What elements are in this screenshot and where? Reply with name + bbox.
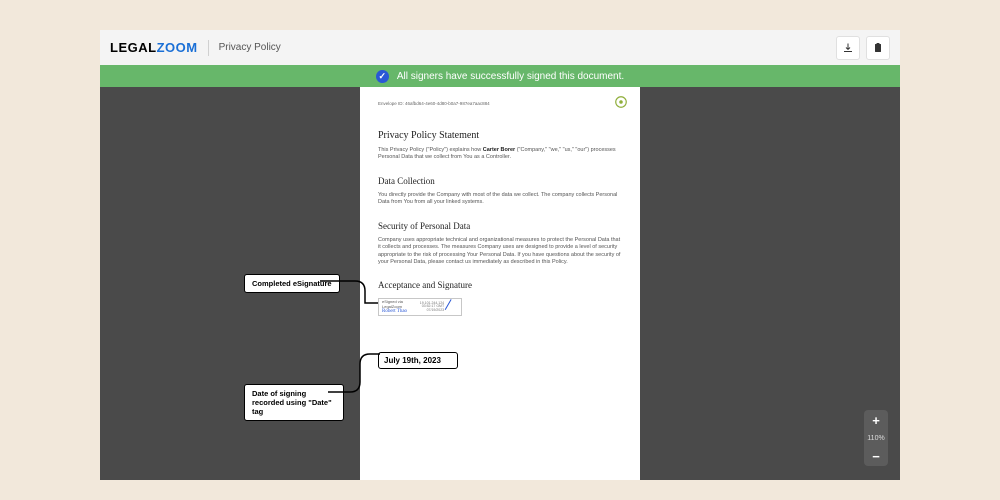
signed-via-label: eSigned via LegalZoom (382, 300, 420, 309)
viewer-area: Envelope ID: 46afbd64-4e60-4d80-b0a7-987… (100, 87, 900, 480)
download-button[interactable] (836, 36, 860, 60)
clipboard-icon (872, 42, 884, 54)
doc-heading-security: Security of Personal Data (378, 221, 622, 231)
doc-paragraph-security: Company uses appropriate technical and o… (378, 237, 622, 267)
zoom-control: + 110% − (864, 410, 888, 466)
callout-date-tag: Date of signing recorded using "Date" ta… (244, 384, 344, 421)
signer-date: 07/19/2023 (420, 309, 444, 313)
logo-text-2: ZOOM (157, 40, 198, 55)
download-icon (842, 42, 854, 54)
slash-icon (445, 299, 460, 315)
signer-name: Robert Thao (382, 309, 420, 315)
logo-text-1: LEGAL (110, 40, 157, 55)
doc-paragraph-intro: This Privacy Policy ("Policy") explains … (378, 147, 622, 162)
zoom-level: 110% (864, 430, 888, 446)
seal-icon (614, 95, 628, 109)
zoom-in-button[interactable]: + (864, 410, 888, 430)
success-banner: ✓ All signers have successfully signed t… (100, 65, 900, 87)
check-icon: ✓ (376, 70, 389, 83)
divider (208, 40, 209, 56)
doc-title: Privacy Policy Statement (378, 130, 622, 141)
doc-heading-acceptance: Acceptance and Signature (378, 280, 622, 290)
breadcrumb: Privacy Policy (219, 42, 281, 53)
date-tag-field: July 19th, 2023 (378, 352, 458, 369)
document-viewer-window: LEGALZOOM Privacy Policy ✓ All signers h… (100, 30, 900, 480)
legalzoom-logo: LEGALZOOM (110, 40, 198, 55)
signature-block: eSigned via LegalZoom Robert Thao 19.101… (378, 298, 462, 316)
callout-completed-esignature: Completed eSignature (244, 274, 340, 293)
zoom-out-button[interactable]: − (864, 446, 888, 466)
envelope-id: Envelope ID: 46afbd64-4e60-4d80-b0a7-987… (378, 101, 622, 106)
doc-heading-data-collection: Data Collection (378, 176, 622, 186)
header-bar: LEGALZOOM Privacy Policy (100, 30, 900, 65)
document-page: Envelope ID: 46afbd64-4e60-4d80-b0a7-987… (360, 87, 640, 480)
clipboard-button[interactable] (866, 36, 890, 60)
banner-text: All signers have successfully signed thi… (397, 71, 624, 82)
doc-paragraph-data: You directly provide the Company with mo… (378, 192, 622, 207)
